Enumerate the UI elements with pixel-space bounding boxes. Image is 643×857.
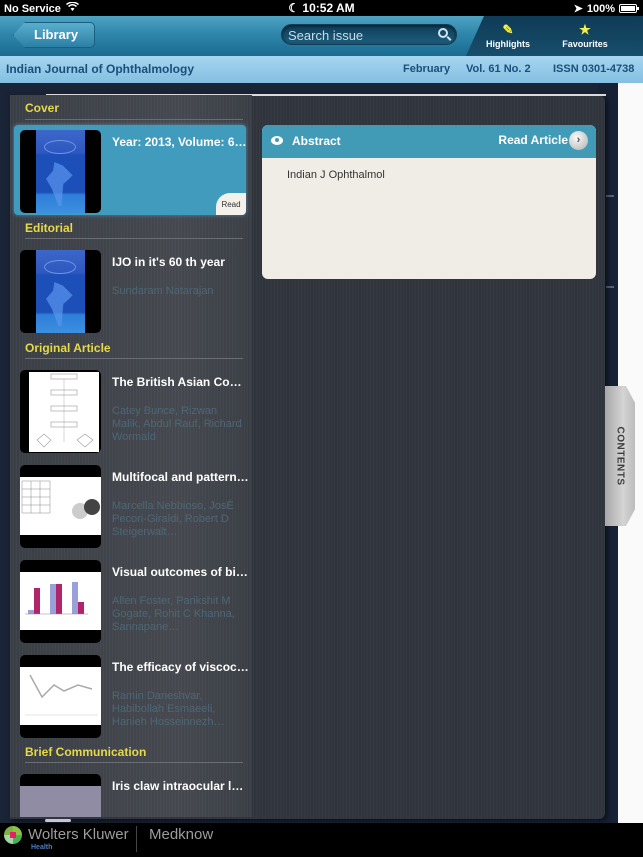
contents-tab-label: CONTENTS [614, 426, 626, 486]
footer-divider [136, 826, 137, 852]
journal-issn: ISSN 0301-4738 [553, 63, 635, 75]
article-thumbnail [20, 774, 101, 817]
moon-icon: ☾ [288, 1, 300, 15]
section-header-cover: Cover [25, 101, 60, 115]
journal-title: Indian Journal of Ophthalmology [6, 62, 194, 76]
tab-highlights-label: Highlights [486, 39, 530, 49]
search-field[interactable] [281, 24, 457, 45]
item-authors: Marcella Nebbioso, JosÉ Pecori-Giraldi, … [112, 500, 234, 538]
section-divider [25, 238, 243, 239]
search-icon[interactable] [438, 28, 448, 38]
read-article-link[interactable]: Read Article [498, 133, 568, 147]
table-of-contents-list[interactable]: Cover Year: 2013, Volume: 61… Read Edito… [10, 95, 252, 817]
article-thumbnail [20, 655, 101, 738]
abstract-header: Abstract Read Article › [262, 125, 596, 158]
scrollbar[interactable] [45, 819, 71, 822]
nav-bar: Library ✎ Highlights ★ Favourites [0, 16, 643, 56]
item-authors: Allen Foster, Parikshit M Gogate, Rohit … [112, 595, 235, 633]
eye-icon [271, 136, 283, 145]
article-thumbnail [20, 560, 101, 643]
list-item[interactable]: The British Asian Com… Catey Bunce, Rizw… [14, 365, 250, 455]
publisher-name: Medknow [149, 826, 214, 843]
list-item[interactable]: Multifocal and pattern-… Marcella Nebbio… [14, 460, 250, 550]
search-input[interactable] [288, 27, 434, 44]
highlighter-icon: ✎ [502, 22, 514, 37]
article-thumbnail [20, 250, 101, 333]
article-thumbnail [20, 130, 101, 213]
library-back-button[interactable]: Library [13, 22, 95, 48]
section-divider [25, 119, 243, 120]
section-header-editorial: Editorial [25, 221, 74, 235]
item-title: Visual outcomes of bil… [112, 565, 250, 579]
journal-cover-image [36, 130, 85, 213]
abstract-body: Indian J Ophthalmol [287, 169, 385, 181]
bar-chart-figure [20, 572, 101, 630]
item-title: The British Asian Com… [112, 375, 250, 389]
item-authors: Catey Bunce, Rizwan Malik, Abdul Rauf, R… [112, 405, 242, 443]
battery-percent: 100% [586, 2, 615, 15]
chevron-right-icon[interactable]: › [569, 131, 588, 150]
article-thumbnail [20, 370, 101, 453]
star-icon: ★ [579, 22, 591, 37]
item-title: Multifocal and pattern-… [112, 470, 250, 484]
item-title: Iris claw intraocular le… [112, 779, 250, 793]
item-title: The efficacy of viscoca… [112, 660, 250, 674]
list-item[interactable]: The efficacy of viscoca… Ramin Daneshvar… [14, 650, 250, 740]
list-item[interactable]: Year: 2013, Volume: 61… Read [14, 125, 250, 215]
brand-subtitle: Health [31, 844, 53, 851]
item-authors: Ramin Daneshvar, Habibollah Esmaeeli, Ha… [112, 690, 225, 728]
list-item[interactable]: Visual outcomes of bil… Allen Foster, Pa… [14, 555, 250, 645]
line-chart-figure [20, 667, 101, 725]
tab-favourites-label: Favourites [562, 39, 608, 49]
status-bar: No Service ☾ 10:52 AM ➤ 100% [0, 0, 643, 16]
brand-name: Wolters Kluwer [28, 826, 129, 843]
journal-cover-image [36, 250, 85, 333]
abstract-card: Abstract Read Article › Indian J Ophthal… [262, 125, 596, 279]
section-divider [25, 358, 243, 359]
list-item[interactable]: IJO in it's 60 th year Sundaram Nataraja… [14, 245, 246, 335]
wolters-kluwer-logo-icon [4, 826, 22, 844]
battery-icon [619, 4, 639, 13]
flowchart-figure [29, 372, 99, 452]
article-thumbnail [20, 465, 101, 548]
list-item[interactable]: Iris claw intraocular le… Raghavendra Ra… [14, 769, 250, 817]
journal-info-bar: Indian Journal of Ophthalmology February… [0, 56, 643, 83]
page-tick [606, 195, 614, 197]
location-icon: ➤ [573, 3, 583, 15]
section-header-brief-communication: Brief Communication [25, 745, 147, 759]
issue-volume: Vol. 61 No. 2 [466, 63, 531, 75]
section-header-original-article: Original Article [25, 341, 111, 355]
figure-image [20, 477, 101, 535]
item-authors: Sundaram Natarajan [112, 285, 214, 297]
section-divider [25, 762, 243, 763]
clock: 10:52 AM [302, 1, 355, 15]
tab-highlights[interactable]: ✎ Highlights [470, 16, 546, 56]
read-badge[interactable]: Read [216, 193, 246, 215]
photo-figure [20, 786, 101, 817]
item-title: IJO in it's 60 th year [112, 255, 225, 269]
item-title: Year: 2013, Volume: 61… [112, 135, 250, 149]
issue-month: February [403, 63, 451, 75]
abstract-title: Abstract [292, 134, 341, 148]
tab-favourites[interactable]: ★ Favourites [547, 16, 623, 56]
page-tick [606, 286, 614, 288]
